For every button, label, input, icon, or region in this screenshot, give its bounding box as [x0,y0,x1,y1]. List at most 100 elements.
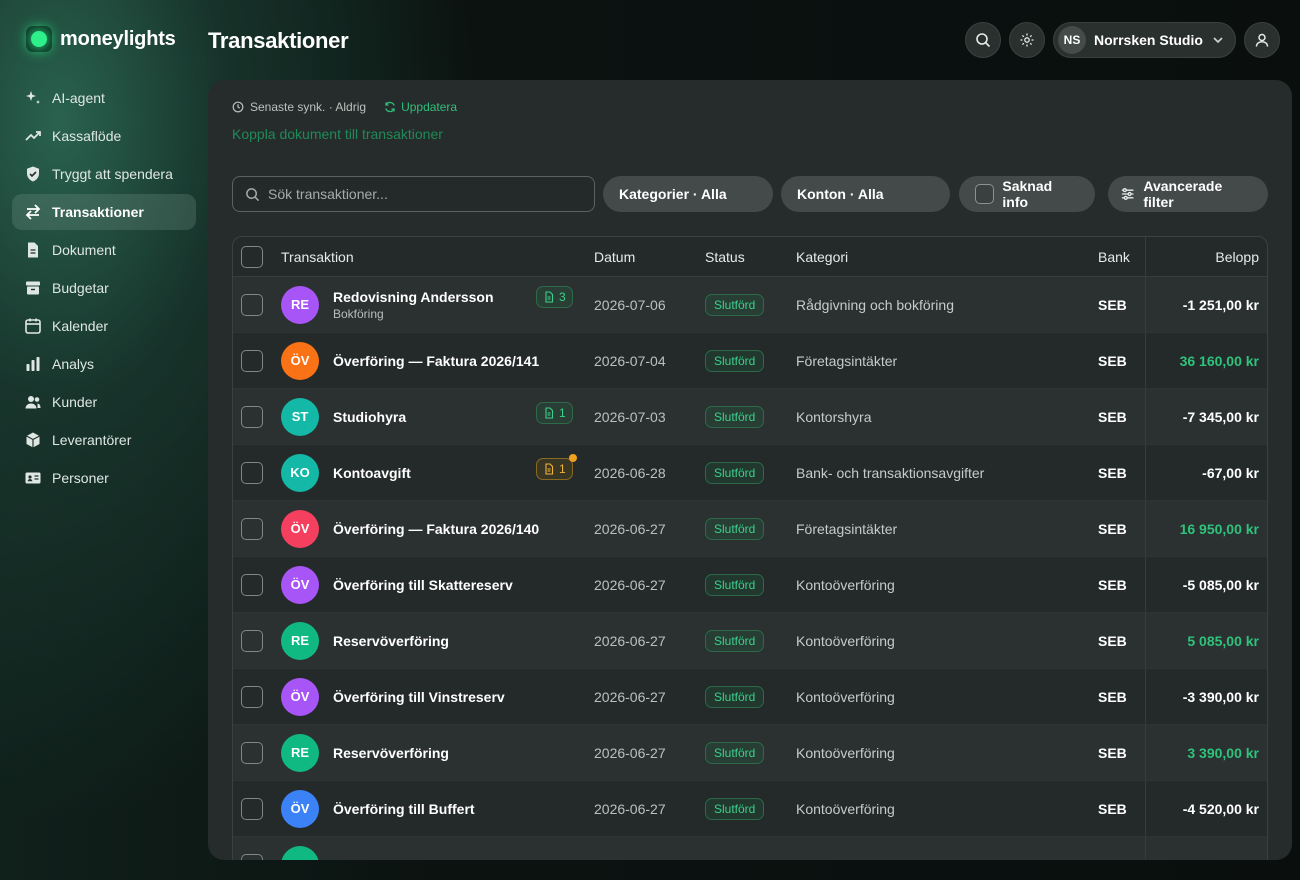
advanced-filter-button[interactable]: Avancerade filter [1108,176,1268,212]
transaction-bank: SEB [1098,632,1127,649]
row-checkbox[interactable] [241,349,263,372]
row-checkbox[interactable] [241,797,263,820]
sidebar-item-budgetar[interactable]: Budgetar [12,270,196,306]
page-title: Transaktioner [208,28,349,53]
missing-info-checkbox[interactable] [975,184,995,204]
transaction-date: 2026-06-27 [594,576,666,593]
transaction-category[interactable]: Företagsintäkter [796,501,897,556]
row-checkbox[interactable] [241,741,263,764]
row-checkbox[interactable] [241,573,263,596]
transaction-category[interactable]: Kontorshyra [796,389,871,444]
transaction-avatar: ÖV [281,509,319,548]
sidebar-item-personer[interactable]: Personer [12,460,196,496]
document-icon [545,462,554,475]
row-checkbox[interactable] [241,461,263,484]
bar-chart-icon [24,355,42,373]
status-badge: Slutförd [705,461,765,484]
advanced-filter-label: Avancerade filter [1143,178,1223,210]
row-checkbox[interactable] [241,405,263,428]
table-row[interactable]: RE Reservöverföring 2026-06-27 Slutförd Kont… [233,725,1267,781]
sidebar-item-kalender[interactable]: Kalender [12,308,196,344]
refresh-button[interactable]: Uppdatera [384,100,457,114]
column-transaction[interactable]: Transaktion [281,237,354,276]
missing-info-toggle[interactable]: Saknad info [959,176,1095,212]
link-documents-link[interactable]: Koppla dokument till transaktioner [232,126,443,142]
org-switcher[interactable]: NS Norrsken Studio [1053,22,1236,58]
row-checkbox[interactable] [241,293,263,316]
logo-mark-icon [26,26,52,52]
sidebar-item-tryggt-att-spendera[interactable]: Tryggt att spendera [12,156,196,192]
transaction-category[interactable]: Kontoöverföring [796,725,895,780]
transaction-date: 2026-07-03 [594,408,666,425]
row-checkbox[interactable] [241,685,263,708]
table-row[interactable]: ÖV Överföring till Vinstreserv 2026-06-27 S… [233,669,1267,725]
transaction-category[interactable]: Företagsintäkter [796,333,897,388]
document-count: 1 [559,461,566,476]
table-row[interactable]: RE Redovisning Andersson Bokföring 3 2026-07… [233,277,1267,333]
document-count-badge[interactable]: 1 [536,401,573,424]
table-row[interactable]: RE Reservöverföring 2026-06-27 Slutförd Kont… [233,613,1267,669]
sidebar-item-ai-agent[interactable]: AI-agent [12,80,196,116]
settings-button[interactable] [1009,22,1045,58]
search-input[interactable] [268,186,568,202]
table-row[interactable]: ÖV Överföring — Faktura 2026/140 2026-06-2… [233,501,1267,557]
transaction-avatar: ÖV [281,565,319,604]
row-checkbox[interactable] [241,517,263,540]
trend-up-icon [24,127,42,145]
transaction-category[interactable]: Kontoöverföring [796,669,895,724]
column-status[interactable]: Status [705,237,745,276]
column-category[interactable]: Kategori [796,237,848,276]
clock-icon [232,101,244,113]
column-amount[interactable]: Belopp [1215,237,1259,276]
table-row[interactable] [233,837,1267,860]
table-row[interactable]: KO Kontoavgift 1 2026-06-28 Slutförd Bank- oc… [233,445,1267,501]
transaction-amount: -4 520,00 kr [1182,800,1259,817]
sidebar-item-analys[interactable]: Analys [12,346,196,382]
sync-status: Senaste synk. · Aldrig Uppdatera [232,100,457,114]
profile-button[interactable] [1244,22,1280,58]
warning-dot [568,453,577,462]
table-row[interactable]: ÖV Överföring — Faktura 2026/141 2026-07-0… [233,333,1267,389]
transaction-name: Överföring — Faktura 2026/140 [333,520,540,537]
sidebar-item-leverantörer[interactable]: Leverantörer [12,422,196,458]
document-count-badge[interactable]: 3 [536,285,573,308]
search-icon [246,187,260,201]
sidebar-item-transaktioner[interactable]: Transaktioner [12,194,196,230]
row-checkbox[interactable] [241,629,263,652]
document-count-badge[interactable]: 1 [536,453,577,480]
sidebar-item-kassaflöde[interactable]: Kassaflöde [12,118,196,154]
transaction-name: Reservöverföring [333,632,449,649]
transaction-amount: 5 085,00 kr [1187,632,1259,649]
sidebar-item-dokument[interactable]: Dokument [12,232,196,268]
search-icon [976,33,991,48]
user-icon [1255,33,1269,47]
transaction-category[interactable]: Kontoöverföring [796,613,895,668]
search-box [232,176,595,212]
table-row[interactable]: ÖV Överföring till Buffert 2026-06-27 Slutf… [233,781,1267,837]
logo[interactable]: moneylights [26,26,176,52]
transaction-category[interactable]: Rådgivning och bokföring [796,277,954,332]
transaction-category[interactable]: Bank- och transaktionsavgifter [796,445,984,500]
column-date[interactable]: Datum [594,237,635,276]
search-button[interactable] [965,22,1001,58]
transaction-category[interactable]: Kontoöverföring [796,557,895,612]
document-count: 3 [559,289,566,304]
sidebar-item-kunder[interactable]: Kunder [12,384,196,420]
status-badge: Slutförd [705,629,765,652]
table-row[interactable]: ÖV Överföring till Skattereserv 2026-06-27… [233,557,1267,613]
column-bank[interactable]: Bank [1098,237,1130,276]
table-row[interactable]: ST Studiohyra 1 2026-07-03 Slutförd Kontorshy… [233,389,1267,445]
sidebar-item-label: Leverantörer [52,432,132,448]
transaction-name: Överföring till Buffert [333,800,475,817]
transaction-amount: 36 160,00 kr [1179,352,1259,369]
transaction-category[interactable]: Kontoöverföring [796,781,895,836]
accounts-filter[interactable]: Konton · Alla [781,176,950,212]
status-badge: Slutförd [705,685,765,708]
document-icon [545,406,554,419]
transaction-name: Kontoavgift [333,464,411,481]
row-checkbox[interactable] [241,853,263,860]
categories-filter[interactable]: Kategorier · Alla [603,176,773,212]
select-all-checkbox[interactable] [241,245,263,268]
transaction-amount: -3 390,00 kr [1182,688,1259,705]
status-badge: Slutförd [705,293,765,316]
